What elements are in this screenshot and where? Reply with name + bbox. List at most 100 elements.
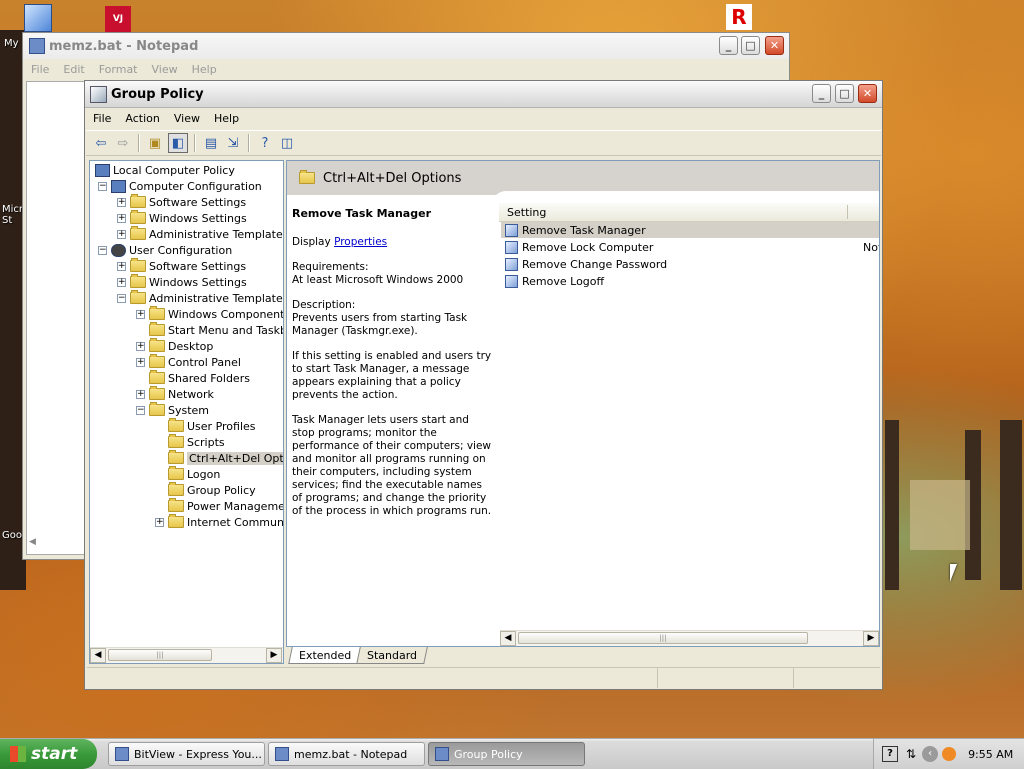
notepad-minimize-button[interactable]: _ — [719, 36, 738, 55]
tree-item-software-settings[interactable]: + Software Settings — [117, 194, 246, 210]
my-computer-icon[interactable] — [24, 4, 52, 32]
avast-tray-icon[interactable] — [942, 747, 957, 761]
tab-extended[interactable]: Extended — [288, 647, 363, 664]
description-block: Description: Prevents users from startin… — [292, 299, 492, 338]
tree-item-group-policy[interactable]: Group Policy — [155, 482, 256, 498]
notepad-menu-format[interactable]: Format — [92, 63, 145, 76]
notepad-text-area[interactable] — [26, 81, 86, 555]
tree-item-local-computer-policy[interactable]: Local Computer Policy — [95, 162, 235, 178]
tree-item-user-profiles[interactable]: User Profiles — [155, 418, 256, 434]
tree-item-software-settings[interactable]: + Software Settings — [117, 258, 246, 274]
show-hide-tree-icon[interactable]: ◧ — [168, 133, 188, 153]
tree-item-scripts[interactable]: Scripts — [155, 434, 225, 450]
maximize-button[interactable]: □ — [835, 84, 854, 103]
taskbar-item-notepad[interactable]: memz.bat - Notepad — [268, 742, 425, 766]
notepad-maximize-button[interactable]: □ — [741, 36, 760, 55]
tree-item-system[interactable]: − System — [136, 402, 209, 418]
collapse-icon[interactable]: − — [136, 405, 145, 415]
tree-item-windows-settings[interactable]: + Windows Settings — [117, 210, 247, 226]
group-policy-window[interactable]: Group Policy _ □ ✕ File Action View Help… — [84, 80, 883, 690]
setting-row[interactable]: Remove Lock Computer Not — [505, 239, 879, 255]
tree-item-label: User Configuration — [129, 243, 233, 257]
properties-link[interactable]: Properties — [334, 236, 387, 248]
menu-view[interactable]: View — [167, 112, 207, 125]
scroll-left-arrow-icon[interactable]: ◀ — [90, 648, 106, 663]
column-header-setting[interactable]: Setting — [499, 203, 879, 222]
forward-arrow-icon[interactable]: ⇨ — [114, 134, 132, 152]
tree-item-computer-configuration[interactable]: − Computer Configuration — [98, 178, 262, 194]
collapse-icon[interactable]: − — [98, 181, 107, 191]
expand-icon[interactable]: + — [136, 357, 145, 367]
tree-item-administrative-templates[interactable]: + Administrative Templates — [117, 226, 283, 242]
scroll-right-arrow-icon[interactable]: ▶ — [863, 631, 879, 646]
expand-icon[interactable]: + — [136, 309, 145, 319]
menu-help[interactable]: Help — [207, 112, 246, 125]
tree-item-ctrl-alt-del-options[interactable]: Ctrl+Alt+Del Optio — [155, 450, 283, 466]
expand-icon[interactable]: + — [117, 229, 126, 239]
list-horizontal-scrollbar[interactable]: ◀ ||| ▶ — [500, 630, 879, 646]
setting-row[interactable]: Remove Change Password — [505, 256, 667, 272]
taskbar-item-group-policy[interactable]: Group Policy — [428, 742, 585, 766]
show-hide-action-pane-icon[interactable]: ◫ — [278, 134, 296, 152]
tree-item-desktop[interactable]: + Desktop — [136, 338, 213, 354]
tree-item-shared-folders[interactable]: Shared Folders — [136, 370, 250, 386]
system-tray: ? ⇅ ‹ 9:55 AM — [873, 739, 1024, 769]
expand-icon[interactable]: + — [117, 261, 126, 271]
notepad-menu-view[interactable]: View — [145, 63, 185, 76]
notepad-menu-help[interactable]: Help — [185, 63, 224, 76]
start-button[interactable]: start — [0, 739, 97, 769]
show-hidden-icons-icon[interactable]: ‹ — [922, 746, 939, 762]
roblox-icon[interactable]: R — [726, 4, 752, 30]
tree-item-windows-components[interactable]: + Windows Components — [136, 306, 283, 322]
up-folder-icon[interactable]: ▣ — [146, 134, 164, 152]
scroll-left-arrow-icon[interactable]: ◀ — [500, 631, 516, 646]
collapse-icon[interactable]: − — [117, 293, 126, 303]
scroll-thumb[interactable]: ||| — [108, 649, 212, 661]
expand-icon[interactable]: + — [117, 277, 126, 287]
menu-action[interactable]: Action — [118, 112, 166, 125]
scroll-thumb[interactable]: ||| — [518, 632, 808, 644]
tree-item-start-menu[interactable]: Start Menu and Taskba — [136, 322, 284, 338]
tree-item-label: Start Menu and Taskba — [168, 323, 284, 337]
tab-standard[interactable]: Standard — [356, 647, 428, 664]
expand-icon[interactable]: + — [136, 389, 145, 399]
tree-horizontal-scrollbar[interactable]: ◀ ||| ▶ — [90, 647, 283, 663]
help-icon[interactable]: ? — [256, 134, 274, 152]
minimize-button[interactable]: _ — [812, 84, 831, 103]
tree-item-windows-settings[interactable]: + Windows Settings — [117, 274, 247, 290]
vj-app-icon[interactable]: VJ — [105, 6, 131, 32]
network-tray-icon[interactable]: ⇅ — [906, 747, 916, 761]
tree-item-logon[interactable]: Logon — [155, 466, 220, 482]
scroll-right-arrow-icon[interactable]: ▶ — [266, 648, 282, 663]
details-pane: Ctrl+Alt+Del Options Remove Task Manager… — [286, 160, 880, 647]
expand-icon[interactable]: + — [136, 341, 145, 351]
setting-row[interactable]: Remove Logoff — [505, 273, 604, 289]
expand-icon[interactable]: + — [117, 197, 126, 207]
close-button[interactable]: ✕ — [858, 84, 877, 103]
notepad-scroll-left-arrow[interactable]: ◀ — [29, 537, 43, 551]
tree-item-control-panel[interactable]: + Control Panel — [136, 354, 241, 370]
tree-item-power-management[interactable]: Power Managemen — [155, 498, 283, 514]
notepad-titlebar[interactable]: memz.bat - Notepad — [23, 33, 789, 59]
notepad-menu-edit[interactable]: Edit — [56, 63, 91, 76]
export-list-icon[interactable]: ⇲ — [224, 134, 242, 152]
setting-row[interactable]: Remove Task Manager — [501, 222, 879, 238]
expand-icon[interactable]: + — [117, 213, 126, 223]
tree-item-internet-communication[interactable]: + Internet Communic — [155, 514, 284, 530]
notepad-close-button[interactable]: ✕ — [765, 36, 784, 55]
tree-item-administrative-templates[interactable]: − Administrative Templates — [117, 290, 283, 306]
tree-pane[interactable]: Local Computer Policy − Computer Configur… — [89, 160, 284, 664]
collapse-icon[interactable]: − — [98, 245, 107, 255]
menu-file[interactable]: File — [86, 112, 118, 125]
taskbar-item-bitview[interactable]: BitView - Express You... — [108, 742, 265, 766]
tree-item-label: Internet Communic — [187, 515, 284, 529]
expand-icon[interactable]: + — [155, 517, 164, 527]
tree-item-network[interactable]: + Network — [136, 386, 214, 402]
notepad-menu-file[interactable]: File — [24, 63, 56, 76]
back-arrow-icon[interactable]: ⇦ — [92, 134, 110, 152]
group-policy-titlebar[interactable]: Group Policy — [85, 81, 882, 108]
properties-icon[interactable]: ▤ — [202, 134, 220, 152]
tree-item-user-configuration[interactable]: − User Configuration — [98, 242, 232, 258]
clock[interactable]: 9:55 AM — [968, 748, 1013, 761]
help-tray-icon[interactable]: ? — [882, 746, 898, 762]
